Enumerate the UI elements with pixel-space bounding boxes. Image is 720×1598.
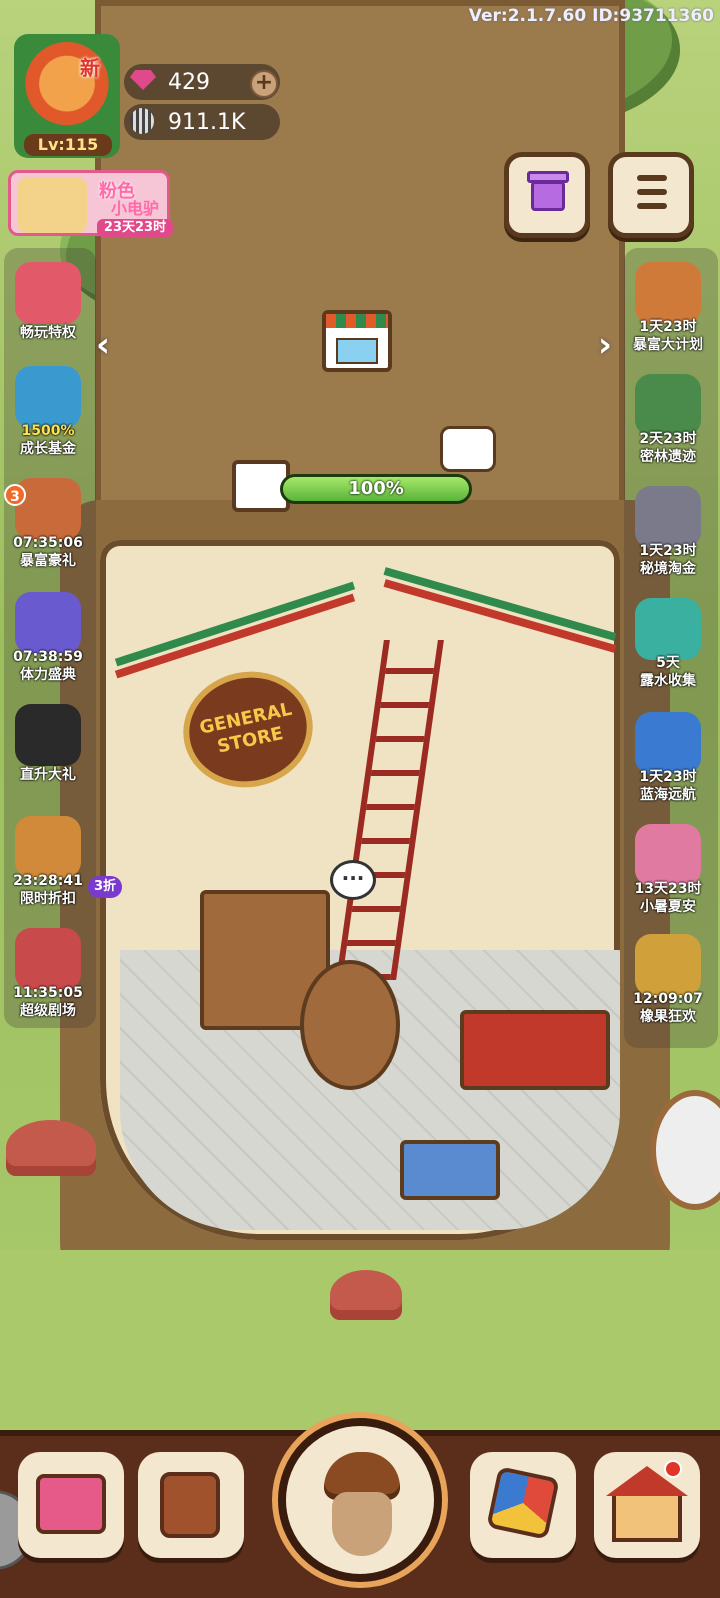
forest-ruins-icon [635,374,701,436]
event-label: 橡果狂欢 [640,1009,696,1025]
event-entry-cat[interactable]: 直升大礼 [6,704,90,784]
event-timer: 11:35:05 [13,985,83,1001]
speech-bubble-icon[interactable]: ··· [330,860,376,900]
event-timer: 5天 [656,655,680,671]
collect-seeds-icon[interactable] [440,426,496,472]
menu-icon [637,175,667,181]
event-entry-mine-cart[interactable]: 1天23时秘境淘金 [626,486,710,578]
sunflower-seed-icon [130,108,154,134]
cheers-button[interactable] [138,1452,244,1558]
event-extra-label: 1500% [21,423,75,439]
growth-fund-icon [15,366,81,428]
event-label: 畅玩特权 [20,325,76,341]
raccoon-plan-icon [635,262,701,324]
event-timer: 23:28:41 [13,873,83,889]
freezer[interactable] [400,1140,500,1200]
menu-button[interactable] [608,152,694,238]
acorn-main-button[interactable] [278,1418,442,1582]
event-timer: 12:09:07 [633,991,703,1007]
bunny-scooter-icon [17,177,87,233]
event-entry-lightning[interactable]: 07:38:59 体力盛典 [6,592,90,684]
store-building-icon[interactable] [322,310,392,372]
event-timer: 2天23时 [639,431,697,447]
gift-button[interactable] [504,152,590,238]
shop-cart-icon [36,1474,106,1534]
house-button[interactable] [594,1452,700,1558]
dew-drop-icon [635,598,701,660]
event-timer: 13天23时 [634,881,702,897]
event-timer: 07:35:06 [13,535,83,551]
event-entry-forest-ruins[interactable]: 2天23时密林遗迹 [626,374,710,466]
mushroom [330,1270,402,1320]
event-label: 超级剧场 [20,1003,76,1019]
banner-timer: 23天23时 [97,219,173,237]
seed-amount: 911.1K [168,109,246,135]
summer-fan-icon [635,824,701,886]
event-label: 秘境淘金 [640,561,696,577]
event-label: 暴富大计划 [633,337,703,353]
event-entry-theater[interactable]: 11:35:05 超级剧场 [6,928,90,1020]
event-entry-summer-fan[interactable]: 13天23时 小暑夏安 [626,824,710,916]
mine-cart-icon [635,486,701,548]
event-label: 密林遗迹 [640,449,696,465]
event-label: 露水收集 [640,673,696,689]
event-entry-boat[interactable]: 1天23时蓝海远航 [626,712,710,804]
round-display-stand[interactable] [300,960,400,1090]
event-timer: 07:38:59 [13,649,83,665]
event-entry-dew-drop[interactable]: 5天露水收集 [626,598,710,690]
chevron-right-icon[interactable]: › [598,325,612,365]
event-label: 小暑夏安 [640,899,696,915]
event-label: 限时折扣 [20,891,76,907]
player-level: Lv:115 [24,134,112,156]
notification-badge: 3 [4,484,26,506]
dice-button[interactable] [470,1452,576,1558]
notification-dot [664,1460,682,1478]
event-timer: 1天23时 [639,543,697,559]
event-label: 蓝海远航 [640,787,696,803]
mushroom [6,1120,96,1176]
progress-text: 100% [348,478,404,499]
dice-icon [486,1466,560,1540]
event-entry-nut-party[interactable]: 12:09:07 橡果狂欢 [626,934,710,1026]
theater-icon [15,928,81,990]
cat-icon [15,704,81,766]
event-entry-vip[interactable]: 畅玩特权 [6,262,90,342]
checkout-counter[interactable] [460,1010,610,1090]
event-entry-alarm-clock[interactable]: 23:28:41 限时折扣 [6,816,90,908]
new-tag: 新 [80,56,100,80]
rich-gift-icon [15,478,81,540]
vip-icon [15,262,81,324]
chevron-left-icon[interactable]: ‹ [96,325,110,365]
alarm-clock-icon [15,816,81,878]
nut-party-icon [635,934,701,996]
building-progress-bar: 100% [280,474,472,504]
discount-tag: 3折 [88,876,123,898]
pink-scooter-event-banner[interactable]: 粉色 小电驴 23天23时 [8,170,173,237]
cheers-icon [160,1472,220,1538]
lightning-icon [15,592,81,654]
gift-icon-box [531,181,565,211]
gem-amount: 429 [168,69,210,95]
shop-cart-button[interactable] [18,1452,124,1558]
event-entry-growth-fund[interactable]: 1500% 成长基金 [6,366,90,458]
event-label: 成长基金 [20,441,76,457]
event-timer: 1天23时 [639,769,697,785]
boat-icon [635,712,701,774]
event-label: 体力盛典 [20,667,76,683]
game-scene[interactable]: GENERAL STORE ··· [0,0,720,1598]
event-timer: 1天23时 [639,319,697,335]
version-label: Ver:2.1.7.60 ID:93711360 [468,6,714,26]
house-icon [612,1492,682,1542]
event-label: 直升大礼 [20,767,76,783]
add-gems-button[interactable]: + [250,70,278,98]
banner-title-2: 小电驴 [111,199,160,218]
event-entry-raccoon-plan[interactable]: 1天23时暴富大计划 [626,262,710,354]
event-label: 暴富豪礼 [20,553,76,569]
